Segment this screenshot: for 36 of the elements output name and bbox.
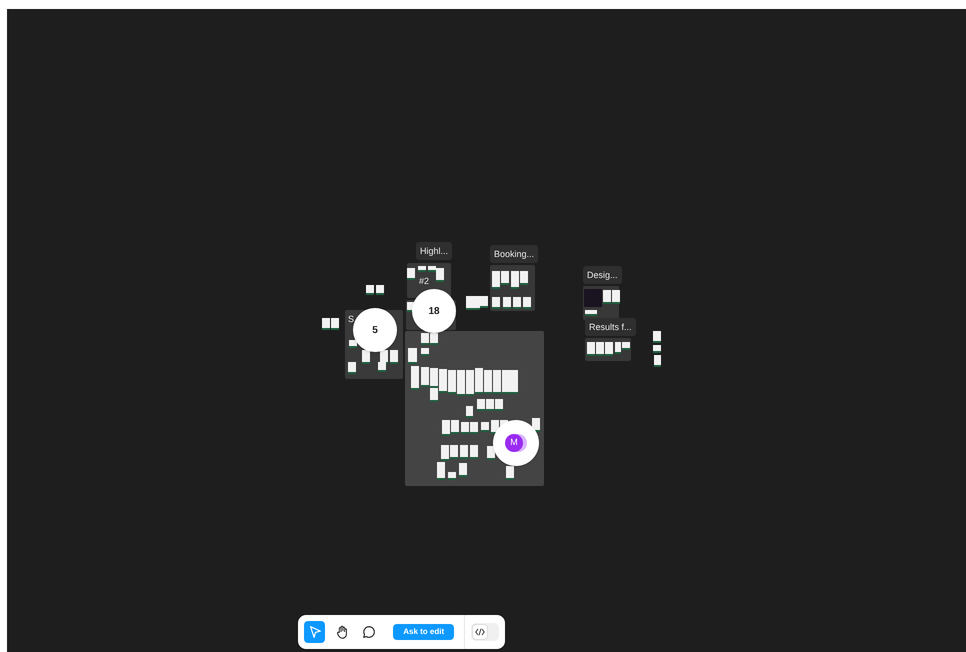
- frame-thumbnail: [411, 366, 419, 390]
- frame-thumbnail: [362, 350, 370, 364]
- comment-icon: [360, 624, 377, 640]
- canvas[interactable]: Highl... #2 Booking... Desig... Results f... S 5 18 M Ask to edit: [7, 9, 966, 652]
- frame-thumbnail: [481, 422, 489, 432]
- frame-thumbnail: [523, 297, 531, 309]
- frame-thumbnail: [503, 297, 511, 309]
- frame-thumbnail: [654, 355, 661, 367]
- frame-thumbnail: [585, 310, 597, 316]
- section-label[interactable]: Desig...: [583, 266, 622, 284]
- frame-thumbnail: [513, 297, 521, 309]
- section-label[interactable]: #2: [416, 272, 432, 290]
- frame-thumbnail: [459, 463, 467, 477]
- frame-thumbnail: [348, 362, 356, 374]
- frame-thumbnail: [532, 418, 540, 432]
- frame-thumbnail: [407, 268, 415, 280]
- section-label[interactable]: Booking...: [490, 245, 538, 263]
- section-label[interactable]: Results f...: [585, 318, 636, 336]
- code-toggle[interactable]: [471, 623, 499, 641]
- frame-thumbnail: [653, 331, 661, 343]
- select-tool-button[interactable]: [304, 621, 326, 643]
- frame-thumbnail: [487, 446, 495, 460]
- frame-thumbnail: [408, 348, 417, 364]
- frame-thumbnail: [470, 445, 478, 459]
- section-label[interactable]: Highl...: [416, 242, 452, 260]
- frame-thumbnail: [460, 445, 468, 459]
- frame-thumbnail: [492, 297, 500, 309]
- code-icon: [475, 628, 486, 636]
- frame-thumbnail: [491, 420, 499, 434]
- frame-thumbnail: [390, 350, 398, 364]
- frame-thumbnail: [506, 466, 514, 480]
- frame-thumbnail: [421, 348, 429, 356]
- frame-thumbnail: [349, 340, 357, 348]
- frame-thumbnail: [653, 345, 661, 353]
- frame-thumbnail: [466, 406, 473, 418]
- frame-thumbnail: [448, 472, 456, 480]
